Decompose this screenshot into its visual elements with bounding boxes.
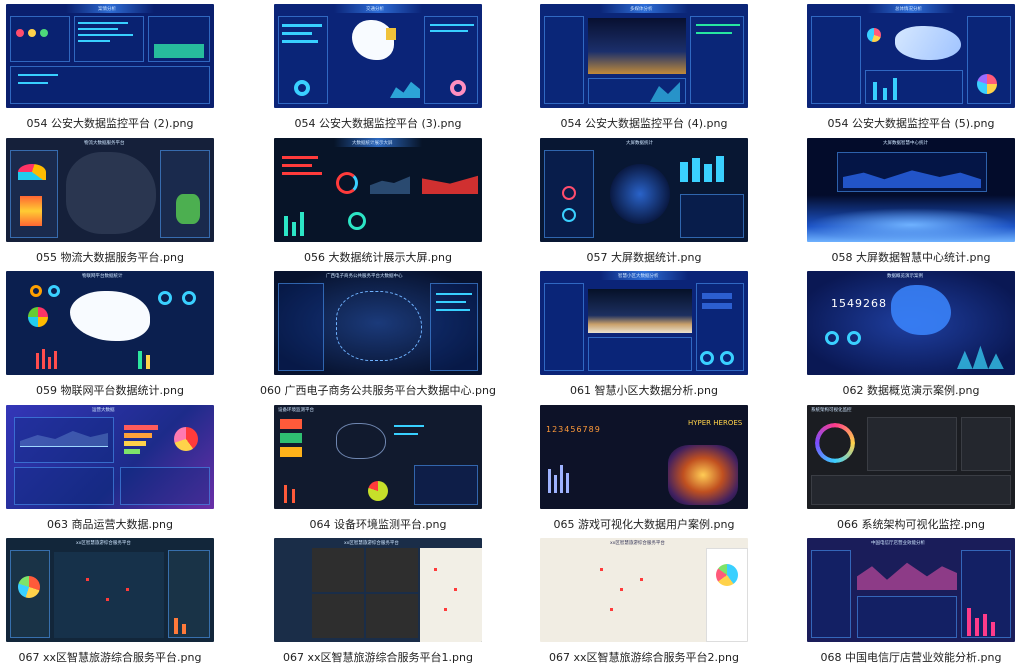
thumbnail-title: 案情分析: [98, 7, 116, 12]
thumbnail-image[interactable]: xx区智慧旅游综合服务平台: [274, 538, 482, 642]
thumbnail-caption: 064 设备环境监测平台.png: [309, 518, 447, 531]
thumbnail-caption: 059 物联网平台数据统计.png: [36, 384, 184, 397]
thumbnail-title: 多媒体分析: [630, 7, 653, 12]
thumbnail-image[interactable]: xx区智慧旅游综合服务平台: [6, 538, 214, 642]
thumbnail-image[interactable]: 多媒体分析: [540, 4, 748, 108]
thumbnail-caption: 067 xx区智慧旅游综合服务平台.png: [18, 651, 202, 664]
thumbnail-image[interactable]: 大屏数据智慧中心统计: [807, 138, 1015, 242]
thumbnail-image[interactable]: 大数据统计展示大屏: [274, 138, 482, 242]
thumbnail-title: 数据概览演示案例: [887, 274, 923, 279]
thumbnail-caption: 060 广西电子商务公共服务平台大数据中心.png: [260, 384, 496, 397]
thumbnail-item[interactable]: 大屏数据统计 057 大屏数据统计.png: [540, 138, 748, 264]
thumbnail-title: 物流大数据服务平台: [84, 141, 125, 146]
big-number: 123456789: [546, 425, 601, 434]
thumbnail-item[interactable]: 物流大数据服务平台 055 物流大数据服务平台.png: [6, 138, 214, 264]
thumbnail-image[interactable]: 大屏数据统计: [540, 138, 748, 242]
thumbnail-caption: 067 xx区智慧旅游综合服务平台1.png: [283, 651, 473, 664]
thumbnail-caption: 066 系统架构可视化监控.png: [837, 518, 985, 531]
thumbnail-caption: 057 大屏数据统计.png: [586, 251, 702, 264]
thumbnail-title: HYPER HEROES: [688, 419, 743, 427]
thumbnail-item[interactable]: 物联网平台数据统计 059 物联网平台数据统计.png: [6, 271, 214, 397]
thumbnail-caption: 068 中国电信厅店营业效能分析.png: [820, 651, 1002, 664]
thumbnail-image[interactable]: 案情分析: [6, 4, 214, 108]
thumbnail-image[interactable]: 设备环境监测平台: [274, 405, 482, 509]
thumbnail-item[interactable]: xx区智慧旅游综合服务平台 067 xx区智慧旅游综合服务平台.png: [6, 538, 214, 664]
thumbnail-title: 智慧小区大数据分析: [618, 274, 659, 279]
thumbnail-image[interactable]: 中国电信厅店营业效能分析: [807, 538, 1015, 642]
thumbnail-item[interactable]: 多媒体分析 054 公安大数据监控平台 (4).png: [540, 4, 748, 130]
thumbnail-title: xx区智慧旅游综合服务平台: [610, 541, 665, 546]
thumbnail-caption: 056 大数据统计展示大屏.png: [304, 251, 452, 264]
thumbnail-grid: 案情分析 054 公安大数据监控平台 (2).png 交通分析 054 公安大数…: [0, 0, 1024, 666]
thumbnail-caption: 062 数据概览演示案例.png: [842, 384, 980, 397]
thumbnail-item[interactable]: 中国电信厅店营业效能分析 068 中国电信厅店营业效能分析.png: [807, 538, 1015, 664]
thumbnail-item[interactable]: 123456789 HYPER HEROES 065 游戏可视化大数据用户案例.…: [540, 405, 748, 531]
thumbnail-item[interactable]: xx区智慧旅游综合服务平台 067 xx区智慧旅游综合服务平台2.png: [540, 538, 748, 664]
thumbnail-caption: 054 公安大数据监控平台 (3).png: [294, 117, 462, 130]
thumbnail-caption: 061 智慧小区大数据分析.png: [570, 384, 718, 397]
thumbnail-title: 物联网平台数据统计: [82, 274, 123, 279]
thumbnail-item[interactable]: 智慧小区大数据分析 061 智慧小区大数据分析.png: [540, 271, 748, 397]
thumbnail-title: 中国电信厅店营业效能分析: [871, 541, 925, 546]
thumbnail-image[interactable]: 智慧小区大数据分析: [540, 271, 748, 375]
thumbnail-item[interactable]: xx区智慧旅游综合服务平台 067 xx区智慧旅游综合服务平台1.png: [274, 538, 482, 664]
thumbnail-item[interactable]: 交通分析 054 公安大数据监控平台 (3).png: [274, 4, 482, 130]
thumbnail-caption: 054 公安大数据监控平台 (2).png: [26, 117, 194, 130]
thumbnail-image[interactable]: 物流大数据服务平台: [6, 138, 214, 242]
thumbnail-title: 总体情况分析: [895, 7, 922, 12]
thumbnail-item[interactable]: 设备环境监测平台 064 设备环境监测平台.png: [274, 405, 482, 531]
thumbnail-caption: 058 大屏数据智慧中心统计.png: [831, 251, 991, 264]
thumbnail-caption: 067 xx区智慧旅游综合服务平台2.png: [549, 651, 739, 664]
thumbnail-image[interactable]: xx区智慧旅游综合服务平台: [540, 538, 748, 642]
thumbnail-item[interactable]: 系统架构可视化监控 066 系统架构可视化监控.png: [807, 405, 1015, 531]
thumbnail-image[interactable]: 物联网平台数据统计: [6, 271, 214, 375]
thumbnail-image[interactable]: 系统架构可视化监控: [807, 405, 1015, 509]
thumbnail-caption: 054 公安大数据监控平台 (4).png: [560, 117, 728, 130]
thumbnail-title: 运营大数据: [92, 408, 115, 413]
thumbnail-title: 大屏数据统计: [626, 141, 653, 146]
thumbnail-caption: 065 游戏可视化大数据用户案例.png: [553, 518, 735, 531]
big-number: 1549268: [831, 297, 887, 310]
thumbnail-image[interactable]: 广西电子商务公共服务平台大数据中心: [274, 271, 482, 375]
thumbnail-item[interactable]: 大数据统计展示大屏 056 大数据统计展示大屏.png: [274, 138, 482, 264]
thumbnail-item[interactable]: 案情分析 054 公安大数据监控平台 (2).png: [6, 4, 214, 130]
thumbnail-title: xx区智慧旅游综合服务平台: [76, 541, 131, 546]
thumbnail-image[interactable]: 交通分析: [274, 4, 482, 108]
thumbnail-title: 大数据统计展示大屏: [352, 141, 393, 146]
thumbnail-title: 交通分析: [366, 7, 384, 12]
thumbnail-item[interactable]: 广西电子商务公共服务平台大数据中心 060 广西电子商务公共服务平台大数据中心.…: [260, 271, 496, 397]
thumbnail-title: 设备环境监测平台: [278, 408, 314, 413]
thumbnail-title: 系统架构可视化监控: [811, 408, 852, 413]
thumbnail-title: 大屏数据智慧中心统计: [883, 141, 928, 146]
thumbnail-caption: 063 商品运营大数据.png: [47, 518, 173, 531]
thumbnail-item[interactable]: 总体情况分析 054 公安大数据监控平台 (5).png: [807, 4, 1015, 130]
thumbnail-title: xx区智慧旅游综合服务平台: [344, 541, 399, 546]
thumbnail-item[interactable]: 大屏数据智慧中心统计 058 大屏数据智慧中心统计.png: [807, 138, 1015, 264]
thumbnail-title: 广西电子商务公共服务平台大数据中心: [326, 274, 403, 279]
thumbnail-image[interactable]: 总体情况分析: [807, 4, 1015, 108]
thumbnail-item[interactable]: 运营大数据 063 商品运营大数据.png: [6, 405, 214, 531]
thumbnail-image[interactable]: 数据概览演示案例 1549268: [807, 271, 1015, 375]
thumbnail-image[interactable]: 123456789 HYPER HEROES: [540, 405, 748, 509]
thumbnail-caption: 054 公安大数据监控平台 (5).png: [827, 117, 995, 130]
thumbnail-item[interactable]: 数据概览演示案例 1549268 062 数据概览演示案例.png: [807, 271, 1015, 397]
thumbnail-caption: 055 物流大数据服务平台.png: [36, 251, 184, 264]
thumbnail-image[interactable]: 运营大数据: [6, 405, 214, 509]
